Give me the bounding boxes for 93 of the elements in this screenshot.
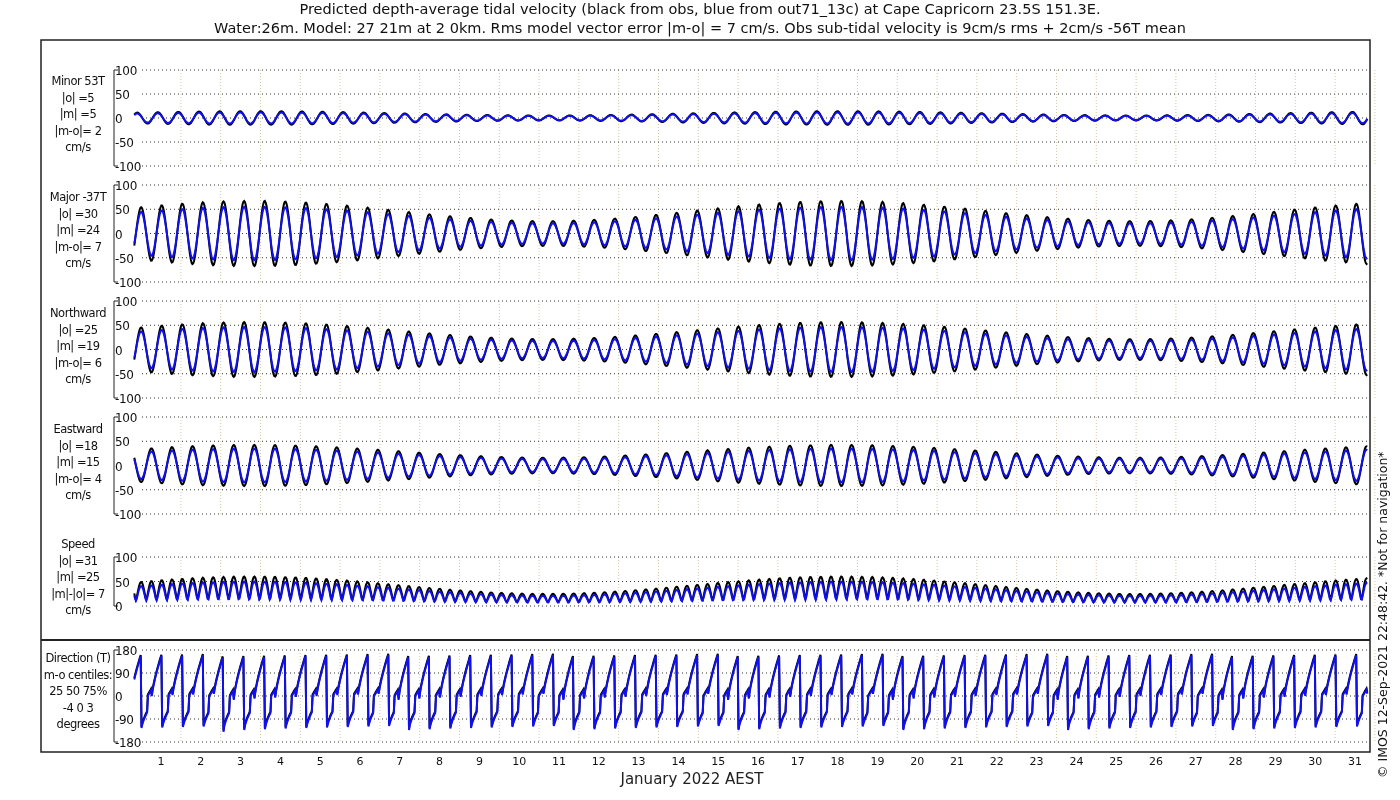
x-tick-label: 1 [157, 755, 165, 768]
y-tick-label: 50 [115, 435, 130, 450]
panel-label: |m| =25 [56, 570, 100, 584]
y-tick-label: 0 [115, 600, 123, 614]
y-tick-label: 90 [115, 667, 130, 681]
panel-label: -4 0 3 [62, 700, 94, 715]
panel-label: |m| =5 [59, 107, 97, 121]
y-tick-label: 100 [115, 411, 137, 425]
panel-label: |o| =30 [58, 206, 98, 221]
x-tick-label: 27 [1188, 755, 1203, 768]
x-tick-label: 29 [1268, 755, 1283, 768]
panel-label: degrees [56, 717, 100, 731]
x-axis-label: January 2022 AEST [620, 770, 764, 788]
copyright-note: © IMOS 12-Sep-2021 22:48:42. *Not for navigation* [1375, 451, 1390, 778]
panel-label: |m-o|= 4 [54, 471, 102, 486]
panel-label: cm/s [65, 256, 91, 270]
y-tick-label: 0 [115, 343, 123, 358]
y-tick-label: -50 [115, 367, 134, 382]
x-tick-label: 4 [276, 755, 284, 768]
x-tick-label: 7 [396, 755, 404, 768]
panel-label: Direction (T) [45, 651, 111, 665]
y-tick-label: 100 [115, 551, 137, 565]
panel-label: Major -37T [49, 190, 107, 204]
x-tick-label: 31 [1348, 755, 1362, 768]
y-tick-label: -50 [115, 483, 134, 498]
x-tick-label: 30 [1308, 755, 1323, 768]
y-tick-label: -50 [115, 251, 134, 266]
panel-label: |o| =5 [61, 90, 95, 105]
x-tick-label: 17 [790, 755, 805, 768]
y-tick-label: -100 [115, 392, 142, 406]
y-tick-label: -180 [115, 736, 142, 750]
x-tick-label: 28 [1228, 755, 1243, 768]
panel-label: Minor 53T [51, 74, 105, 88]
y-tick-label: 50 [115, 88, 130, 102]
x-tick-label: 8 [436, 755, 444, 768]
panel-label: 25 50 75% [49, 684, 107, 698]
x-tick-label: 6 [356, 755, 364, 768]
x-tick-label: 21 [950, 755, 964, 768]
x-tick-label: 13 [631, 755, 646, 768]
x-tick-label: 23 [1029, 755, 1044, 768]
panel-label: cm/s [65, 603, 91, 617]
panel-label: |m-o|= 7 [54, 239, 102, 254]
panel-label: |m| =19 [56, 339, 100, 353]
y-tick-label: -50 [115, 136, 134, 150]
x-tick-label: 26 [1149, 755, 1163, 768]
y-tick-label: -90 [115, 713, 134, 727]
y-tick-label: 0 [115, 459, 123, 474]
x-tick-label: 20 [910, 755, 925, 768]
panel-label: cm/s [65, 372, 91, 386]
y-tick-label: 50 [115, 575, 130, 590]
y-tick-label: 100 [115, 295, 137, 309]
x-tick-label: 18 [830, 755, 845, 768]
y-tick-label: 50 [115, 203, 130, 218]
x-tick-label: 11 [552, 755, 566, 768]
panel-label: |o| =31 [58, 553, 98, 568]
panel-label: |m| =24 [56, 223, 100, 237]
x-tick-label: 24 [1069, 755, 1084, 768]
x-tick-label: 9 [475, 755, 483, 768]
y-tick-label: 180 [115, 644, 137, 658]
x-tick-label: 5 [316, 755, 324, 768]
y-tick-label: 100 [115, 179, 137, 193]
panel-label: |m|-|o|= 7 [51, 586, 105, 601]
x-tick-label: 19 [870, 755, 885, 768]
y-tick-label: 0 [115, 690, 123, 704]
y-tick-label: -100 [115, 276, 142, 290]
y-tick-label: 100 [115, 64, 137, 78]
x-tick-label: 14 [671, 755, 686, 768]
panel-label: Northward [50, 306, 106, 320]
x-tick-label: 15 [711, 755, 726, 768]
panel-label: m-o centiles: [43, 667, 113, 682]
panel-label: |m| =15 [56, 455, 100, 469]
panel-label: |m-o|= 2 [54, 123, 102, 138]
chart-title: Water:26m. Model: 27 21m at 2 0km. Rms model vector error |m-o| = 7 cm/s. Obs sub-tidal velocity is 9cm/s rms + 2cm/s -56T mean [214, 20, 1186, 36]
x-tick-label: 10 [512, 755, 527, 768]
panel-label: cm/s [65, 488, 91, 502]
chart-title: Predicted depth-average tidal velocity (black from obs, blue from out71_13c) at Cape Capricorn 23.5S 151.3E. [299, 1, 1101, 17]
x-tick-label: 22 [989, 755, 1004, 768]
panel-label: |o| =18 [58, 438, 98, 453]
x-tick-label: 12 [591, 755, 606, 768]
panel-label: |m-o|= 6 [54, 355, 102, 370]
x-tick-label: 16 [751, 755, 765, 768]
x-tick-label: 25 [1109, 755, 1124, 768]
y-tick-label: 0 [115, 112, 123, 126]
y-tick-label: -100 [115, 160, 142, 174]
panel-label: cm/s [65, 140, 91, 154]
y-tick-label: 50 [115, 319, 130, 334]
x-tick-label: 2 [197, 755, 205, 768]
panel-label: Speed [61, 537, 95, 551]
y-tick-label: -100 [115, 508, 142, 522]
panel-label: Eastward [53, 422, 103, 436]
panel-label: |o| =25 [58, 322, 98, 337]
y-tick-label: 0 [115, 227, 123, 242]
x-tick-label: 3 [237, 755, 245, 768]
